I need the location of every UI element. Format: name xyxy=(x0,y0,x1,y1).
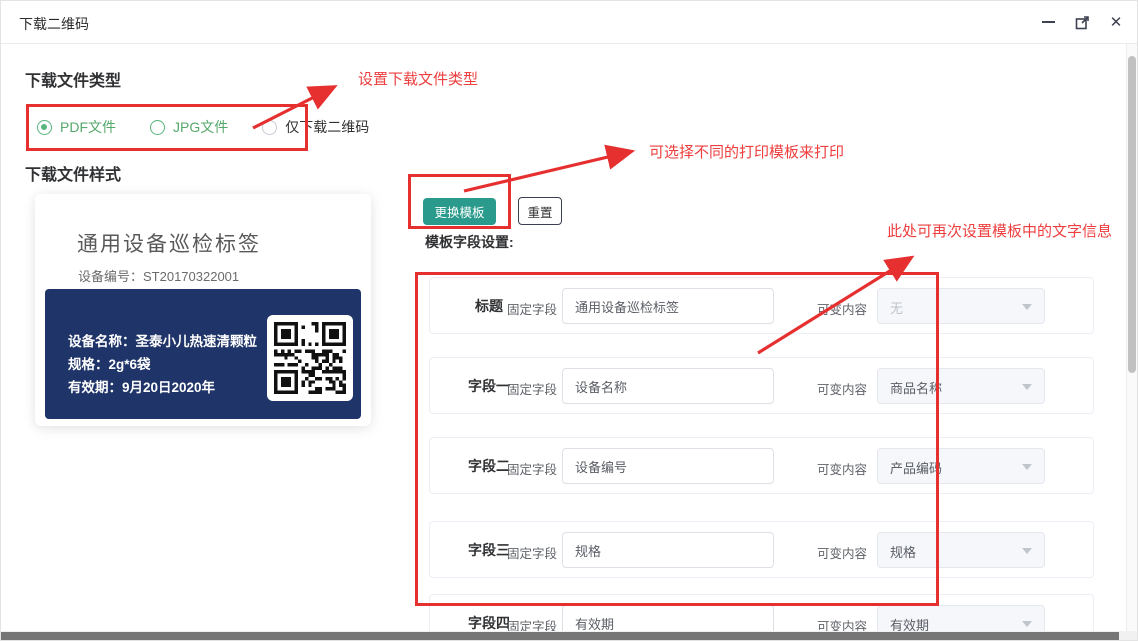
radio-circle xyxy=(150,119,165,135)
radio-label: JPG文件 xyxy=(173,119,229,135)
variable-content-label: 可变内容 xyxy=(817,303,868,317)
variable-content-label: 可变内容 xyxy=(817,463,868,477)
close-icon[interactable]: ✕ xyxy=(1107,11,1125,33)
radio-option-2[interactable]: 仅下载二维码 xyxy=(262,117,369,137)
maximize-icon[interactable] xyxy=(1073,11,1091,33)
vertical-scrollbar-thumb[interactable] xyxy=(1128,56,1136,373)
annotation-text-fields: 此处可再次设置模板中的文字信息 xyxy=(887,223,1113,240)
variable-content-select[interactable]: 规格 xyxy=(877,532,1045,568)
variable-content-value: 产品编码 xyxy=(890,461,943,476)
template-fields-heading: 模板字段设置: xyxy=(425,234,514,250)
variable-content-select[interactable]: 产品编码 xyxy=(877,448,1045,484)
fixed-field-input[interactable] xyxy=(562,288,774,324)
fixed-field-input[interactable] xyxy=(562,532,774,568)
annotation-text-template: 可选择不同的打印模板来打印 xyxy=(649,144,845,161)
field-row: 字段三 固定字段 可变内容 规格 xyxy=(429,521,1094,578)
radio-label: 仅下载二维码 xyxy=(285,119,370,135)
chevron-down-icon xyxy=(1022,304,1032,310)
preview-device-number: 设备编号：ST20170322001 xyxy=(78,269,240,284)
dialog-title: 下载二维码 xyxy=(19,16,89,32)
field-row: 标题 固定字段 可变内容 无 xyxy=(429,277,1094,334)
radio-option-0[interactable]: PDF文件 xyxy=(37,117,116,137)
chevron-down-icon xyxy=(1022,384,1032,390)
dialog-header: 下载二维码 ✕ xyxy=(1,1,1137,44)
radio-circle xyxy=(37,119,52,135)
variable-content-value: 规格 xyxy=(890,545,917,560)
annotation-text-file-type: 设置下载文件类型 xyxy=(358,71,479,88)
change-template-button[interactable]: 更换模板 xyxy=(423,198,496,225)
label-line-spec: 规格：2g*6袋 xyxy=(68,357,151,372)
fixed-field-input[interactable] xyxy=(562,448,774,484)
radio-label: PDF文件 xyxy=(60,119,116,135)
label-preview-panel: 设备名称：圣泰小儿热速清颗粒 规格：2g*6袋 有效期：9月20日2020年 xyxy=(45,289,361,419)
radio-option-1[interactable]: JPG文件 xyxy=(150,117,228,137)
variable-content-value: 商品名称 xyxy=(890,381,943,396)
chevron-down-icon xyxy=(1022,548,1032,554)
fixed-field-label: 固定字段 xyxy=(507,463,558,477)
variable-content-label: 可变内容 xyxy=(817,383,868,397)
vertical-scrollbar[interactable] xyxy=(1126,44,1137,631)
horizontal-scrollbar-thumb[interactable] xyxy=(1,632,1119,640)
fixed-field-label: 固定字段 xyxy=(507,547,558,561)
file-type-heading: 下载文件类型 xyxy=(25,73,122,90)
minimize-icon[interactable] xyxy=(1039,11,1057,33)
fixed-field-input[interactable] xyxy=(562,368,774,404)
preview-title: 通用设备巡检标签 xyxy=(77,233,261,256)
label-preview-card: 通用设备巡检标签 设备编号：ST20170322001 设备名称：圣泰小儿热速清… xyxy=(35,194,371,426)
download-qrcode-dialog: 下载二维码 ✕ 下载文件类型 PDF文件 JPG文件 仅下载二维码 下载文件样式 通… xyxy=(0,0,1138,641)
fixed-field-label: 固定字段 xyxy=(507,383,558,397)
file-type-radio-group: PDF文件 JPG文件 仅下载二维码 xyxy=(37,117,369,137)
file-style-heading: 下载文件样式 xyxy=(25,167,122,184)
fixed-field-label: 固定字段 xyxy=(507,303,558,317)
chevron-down-icon xyxy=(1022,464,1032,470)
variable-content-select[interactable]: 无 xyxy=(877,288,1045,324)
variable-content-label: 可变内容 xyxy=(817,547,868,561)
variable-content-value: 无 xyxy=(890,301,904,316)
window-controls: ✕ xyxy=(1039,11,1125,33)
annotation-arrow-2 xyxy=(463,144,636,193)
reset-button[interactable]: 重置 xyxy=(518,197,562,225)
radio-circle xyxy=(262,119,278,135)
label-line-expiry: 有效期：9月20日2020年 xyxy=(68,380,216,395)
field-row: 字段一 固定字段 可变内容 商品名称 xyxy=(429,357,1094,414)
qr-code xyxy=(267,315,353,401)
variable-content-select[interactable]: 商品名称 xyxy=(877,368,1045,404)
horizontal-scrollbar[interactable] xyxy=(1,631,1137,640)
chevron-down-icon xyxy=(1022,621,1032,627)
label-line-device-name: 设备名称：圣泰小儿热速清颗粒 xyxy=(68,334,257,349)
field-row: 字段二 固定字段 可变内容 产品编码 xyxy=(429,437,1094,494)
